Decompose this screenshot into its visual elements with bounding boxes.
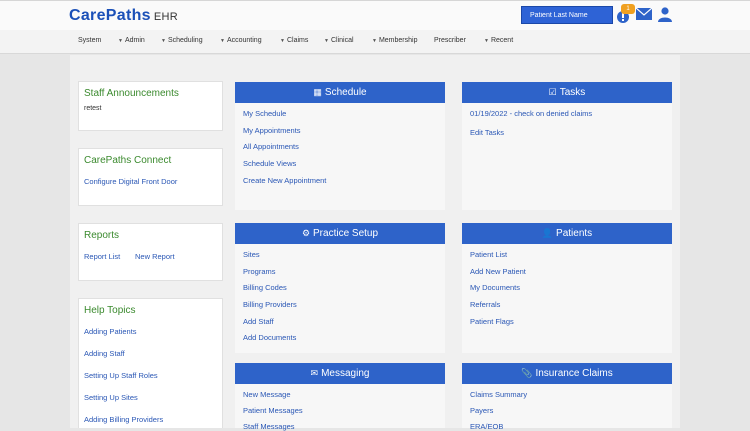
caret-down-icon: ▼ — [280, 38, 285, 44]
card-title: CarePaths Connect — [84, 155, 172, 166]
nav-membership[interactable]: ▼ Membership — [372, 37, 417, 44]
nav-claims[interactable]: ▼ Claims — [280, 37, 308, 44]
my-documents-link[interactable]: My Documents — [470, 283, 520, 292]
patient-messages-link[interactable]: Patient Messages — [243, 406, 303, 415]
my-appointments-link[interactable]: My Appointments — [243, 126, 301, 135]
panel-header: ⚙ Practice Setup — [235, 223, 445, 244]
panel-title: Messaging — [321, 368, 370, 379]
claims-summary-link[interactable]: Claims Summary — [470, 390, 527, 399]
envelope-icon[interactable] — [635, 7, 653, 22]
nav-label: Clinical — [330, 37, 354, 44]
gear-icon: ⚙ — [301, 228, 311, 238]
caret-down-icon: ▼ — [484, 38, 489, 44]
sites-link[interactable]: Sites — [243, 250, 260, 259]
nav-recent[interactable]: ▼ Recent — [484, 37, 513, 44]
nav-label: Claims — [286, 37, 309, 44]
messaging-panel: ✉ Messaging New Message Patient Messages … — [235, 363, 445, 431]
my-schedule-link[interactable]: My Schedule — [243, 109, 286, 118]
help-link[interactable]: Adding Patients — [84, 327, 137, 336]
era-eob-link[interactable]: ERA/EOB — [470, 422, 503, 431]
add-staff-link[interactable]: Add Staff — [243, 317, 274, 326]
card-title: Reports — [84, 230, 120, 241]
caret-down-icon: ▼ — [220, 38, 225, 44]
help-link[interactable]: Adding Staff — [84, 349, 125, 358]
notification-badge: 1 — [621, 4, 635, 14]
staff-messages-link[interactable]: Staff Messages — [243, 422, 295, 431]
panel-title: Patients — [556, 228, 593, 239]
logo-ehr-text: EHR — [153, 11, 178, 23]
envelope-icon: ✉ — [310, 368, 319, 378]
caret-down-icon: ▼ — [161, 38, 166, 44]
patient-list-link[interactable]: Patient List — [470, 250, 507, 259]
panel-header: ☑ Tasks — [462, 82, 672, 103]
schedule-panel: ▦ Schedule My Schedule My Appointments Al… — [235, 82, 445, 210]
panel-title: Schedule — [324, 87, 367, 98]
nav-admin[interactable]: ▼ Admin — [118, 37, 145, 44]
checkbox-icon: ☑ — [548, 87, 557, 97]
billing-providers-link[interactable]: Billing Providers — [243, 300, 297, 309]
panel-header: 📎 Insurance Claims — [462, 363, 672, 384]
help-topics-card: Help Topics Adding Patients Adding Staff… — [78, 298, 223, 428]
staff-announcements-card: Staff Announcements retest — [78, 81, 223, 131]
tasks-panel: ☑ Tasks 01/19/2022 - check on denied clai… — [462, 82, 672, 210]
patient-flags-link[interactable]: Patient Flags — [470, 317, 514, 326]
logo-text: CarePaths — [69, 7, 151, 24]
edit-tasks-link[interactable]: Edit Tasks — [470, 128, 504, 137]
all-appointments-link[interactable]: All Appointments — [243, 142, 299, 151]
carepaths-connect-card: CarePaths Connect Configure Digital Fron… — [78, 148, 223, 206]
referrals-link[interactable]: Referrals — [470, 300, 500, 309]
create-appointment-link[interactable]: Create New Appointment — [243, 176, 326, 185]
panel-title: Tasks — [559, 87, 586, 98]
task-item-link[interactable]: 01/19/2022 - check on denied claims — [470, 109, 592, 118]
help-link[interactable]: Setting Up Sites — [84, 393, 138, 402]
calendar-icon: ▦ — [313, 87, 322, 97]
billing-codes-link[interactable]: Billing Codes — [243, 283, 287, 292]
nav-label: Membership — [378, 37, 418, 44]
top-bar: CarePathsEHR 1 — [0, 0, 750, 30]
insurance-claims-panel: 📎 Insurance Claims Claims Summary Payers … — [462, 363, 672, 431]
card-title: Staff Announcements — [84, 88, 179, 99]
nav-label: Accounting — [226, 37, 262, 44]
report-list-link[interactable]: Report List — [84, 252, 120, 261]
panel-header: 👤 Patients — [462, 223, 672, 244]
nav-label: System — [78, 37, 102, 44]
schedule-views-link[interactable]: Schedule Views — [243, 159, 296, 168]
new-report-link[interactable]: New Report — [135, 252, 175, 261]
app-logo[interactable]: CarePaths EHR — [69, 7, 178, 25]
nav-label: Scheduling — [167, 37, 203, 44]
help-link[interactable]: Adding Billing Providers — [84, 415, 163, 424]
nav-label: Prescriber — [434, 37, 466, 44]
patient-search-input[interactable] — [521, 6, 613, 24]
nav-scheduling[interactable]: ▼ Scheduling — [161, 37, 203, 44]
panel-title: Practice Setup — [313, 228, 379, 239]
programs-link[interactable]: Programs — [243, 267, 276, 276]
panel-header: ▦ Schedule — [235, 82, 445, 103]
caret-down-icon: ▼ — [118, 38, 123, 44]
add-documents-link[interactable]: Add Documents — [243, 333, 296, 342]
nav-system[interactable]: System — [78, 37, 101, 44]
patients-panel: 👤 Patients Patient List Add New Patient M… — [462, 223, 672, 353]
user-profile-icon[interactable] — [658, 7, 672, 24]
add-new-patient-link[interactable]: Add New Patient — [470, 267, 526, 276]
paperclip-icon: 📎 — [521, 368, 533, 378]
help-link[interactable]: Setting Up Staff Roles — [84, 371, 158, 380]
announcement-text: retest — [84, 105, 102, 112]
card-title: Help Topics — [84, 305, 136, 316]
reports-card: Reports Report List New Report — [78, 223, 223, 281]
nav-label: Admin — [124, 37, 145, 44]
nav-accounting[interactable]: ▼ Accounting — [220, 37, 262, 44]
nav-label: Recent — [490, 37, 514, 44]
nav-clinical[interactable]: ▼ Clinical — [324, 37, 354, 44]
new-message-link[interactable]: New Message — [243, 390, 291, 399]
main-nav: System ▼ Admin ▼ Scheduling ▼ Accounting ▼ C… — [0, 30, 750, 54]
caret-down-icon: ▼ — [324, 38, 329, 44]
practice-setup-panel: ⚙ Practice Setup Sites Programs Billing C… — [235, 223, 445, 353]
panel-header: ✉ Messaging — [235, 363, 445, 384]
caret-down-icon: ▼ — [372, 38, 377, 44]
panel-title: Insurance Claims — [535, 368, 613, 379]
configure-front-door-link[interactable]: Configure Digital Front Door — [84, 177, 177, 186]
payers-link[interactable]: Payers — [470, 406, 493, 415]
user-icon: 👤 — [541, 228, 554, 238]
nav-prescriber[interactable]: Prescriber — [434, 37, 466, 44]
